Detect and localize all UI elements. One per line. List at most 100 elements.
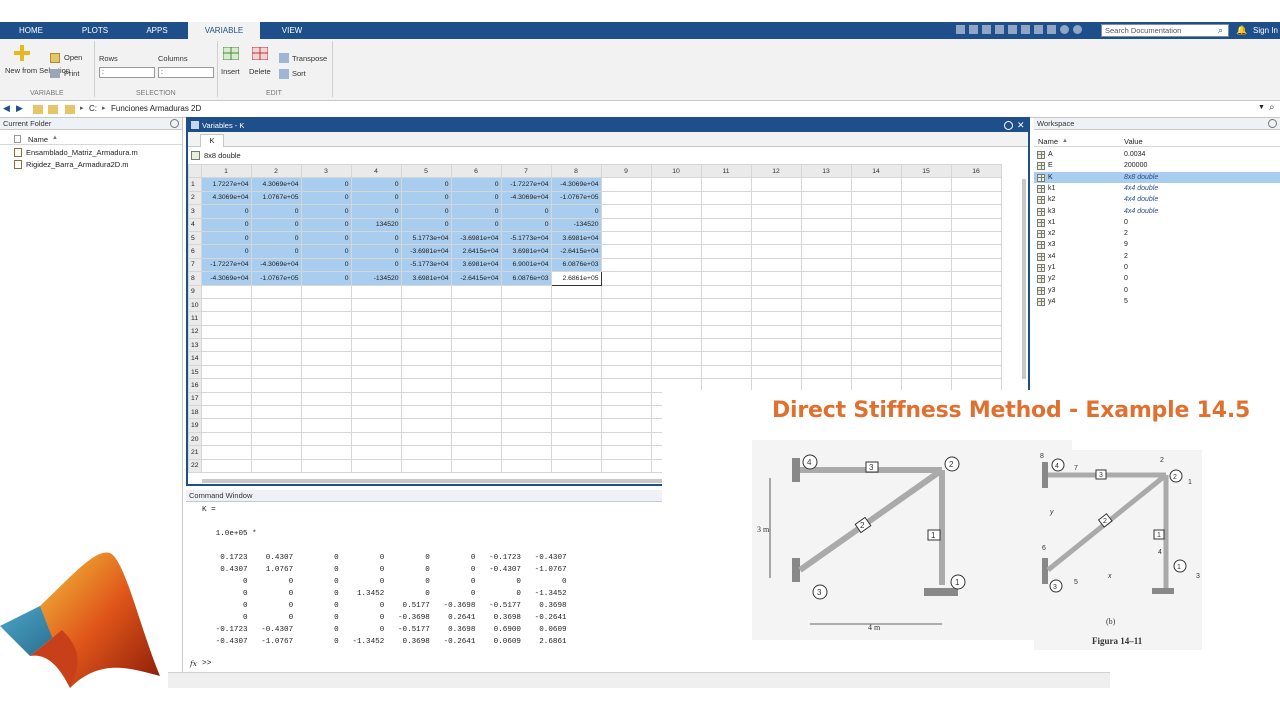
- grid-cell-empty[interactable]: [650, 230, 702, 246]
- grid-cell-empty[interactable]: [350, 324, 402, 340]
- grid-cell-empty[interactable]: [550, 311, 602, 326]
- grid-cell-empty[interactable]: [950, 230, 1002, 246]
- grid-cell-empty[interactable]: [750, 297, 802, 313]
- grid-cell-empty[interactable]: [650, 204, 702, 219]
- grid-cell-empty[interactable]: [350, 284, 402, 299]
- grid-cell[interactable]: 0: [200, 204, 252, 219]
- grid-cell[interactable]: -2.6415e+04: [450, 271, 502, 286]
- grid-cell-empty[interactable]: [500, 338, 552, 353]
- grid-cell-empty[interactable]: [200, 364, 252, 380]
- workspace-name-header[interactable]: Name: [1038, 137, 1058, 146]
- grid-cell[interactable]: -4.3069e+04: [500, 190, 552, 206]
- grid-cell[interactable]: -3.6981e+04: [400, 244, 452, 259]
- workspace-variable-row[interactable]: x3 9: [1034, 239, 1280, 250]
- row-header[interactable]: 20: [188, 431, 202, 447]
- grid-cell-empty[interactable]: [500, 284, 552, 299]
- search-folder-icon[interactable]: ⌕: [1269, 102, 1275, 113]
- grid-cell[interactable]: 4.3069e+04: [200, 190, 252, 206]
- grid-cell[interactable]: 0: [350, 244, 402, 259]
- grid-cell[interactable]: 0: [450, 217, 502, 232]
- grid-cell-empty[interactable]: [800, 338, 852, 353]
- grid-cell-empty[interactable]: [250, 405, 302, 420]
- grid-cell-empty[interactable]: [500, 351, 552, 366]
- row-header[interactable]: 10: [188, 297, 202, 313]
- column-header[interactable]: 3: [300, 163, 352, 179]
- column-header[interactable]: 11: [700, 163, 752, 179]
- grid-cell-empty[interactable]: [350, 445, 402, 460]
- grid-cell-empty[interactable]: [400, 284, 452, 299]
- grid-cell[interactable]: -134520: [350, 271, 402, 286]
- path-dropdown-icon[interactable]: ▼: [1258, 104, 1265, 111]
- grid-cell-empty[interactable]: [600, 217, 652, 232]
- search-icon[interactable]: ⌕: [1218, 26, 1223, 35]
- grid-cell-empty[interactable]: [850, 230, 902, 246]
- grid-cell-empty[interactable]: [250, 458, 302, 473]
- row-header[interactable]: 13: [188, 338, 202, 353]
- paste-icon[interactable]: [995, 25, 1004, 34]
- grid-cell-empty[interactable]: [500, 405, 552, 420]
- grid-cell-empty[interactable]: [900, 257, 952, 273]
- grid-cell-empty[interactable]: [800, 311, 852, 326]
- grid-cell-empty[interactable]: [500, 297, 552, 313]
- grid-cell[interactable]: 0: [300, 177, 352, 192]
- grid-cell-empty[interactable]: [450, 405, 502, 420]
- row-header[interactable]: 6: [188, 244, 202, 259]
- grid-cell[interactable]: 3.6981e+04: [400, 271, 452, 286]
- print-button[interactable]: Print: [64, 69, 79, 78]
- tab-variable-k[interactable]: K: [200, 134, 224, 147]
- grid-cell-empty[interactable]: [650, 257, 702, 273]
- grid-cell[interactable]: 0: [450, 190, 502, 206]
- column-header[interactable]: 16: [950, 163, 1002, 179]
- column-header[interactable]: 9: [600, 163, 652, 179]
- grid-cell-empty[interactable]: [700, 311, 752, 326]
- row-header[interactable]: 5: [188, 230, 202, 246]
- row-header[interactable]: 3: [188, 204, 202, 219]
- cut-icon[interactable]: [969, 25, 978, 34]
- transpose-button[interactable]: Transpose: [292, 54, 327, 63]
- grid-cell-empty[interactable]: [650, 311, 702, 326]
- grid-cell-empty[interactable]: [200, 458, 252, 473]
- grid-cell-empty[interactable]: [450, 311, 502, 326]
- grid-cell-empty[interactable]: [200, 284, 252, 299]
- grid-cell-empty[interactable]: [400, 418, 452, 433]
- grid-cell[interactable]: 0: [400, 204, 452, 219]
- grid-cell-empty[interactable]: [800, 364, 852, 380]
- print-icon[interactable]: [50, 69, 60, 78]
- grid-cell-empty[interactable]: [300, 418, 352, 433]
- grid-cell-empty[interactable]: [450, 445, 502, 460]
- grid-cell[interactable]: 1.7227e+04: [200, 177, 252, 192]
- back-arrow-icon[interactable]: ◀: [3, 103, 10, 114]
- grid-cell-empty[interactable]: [400, 324, 452, 340]
- grid-cell-empty[interactable]: [200, 311, 252, 326]
- grid-cell[interactable]: -1.0767e+05: [250, 271, 302, 286]
- grid-cell[interactable]: 3.6981e+04: [550, 230, 602, 246]
- grid-cell[interactable]: -4.3069e+04: [200, 271, 252, 286]
- row-header[interactable]: 14: [188, 351, 202, 366]
- grid-cell-empty[interactable]: [800, 257, 852, 273]
- grid-cell-empty[interactable]: [950, 297, 1002, 313]
- workspace-variable-row[interactable]: x4 2: [1034, 251, 1280, 262]
- grid-cell-empty[interactable]: [300, 338, 352, 353]
- grid-cell-empty[interactable]: [650, 324, 702, 340]
- command-prompt[interactable]: >>: [202, 659, 212, 668]
- grid-cell-empty[interactable]: [600, 378, 652, 393]
- grid-cell-empty[interactable]: [400, 405, 452, 420]
- grid-cell-empty[interactable]: [500, 418, 552, 433]
- grid-cell-empty[interactable]: [400, 364, 452, 380]
- search-documentation-input[interactable]: Search Documentation: [1101, 24, 1229, 37]
- command-window[interactable]: Command Window K = 1.0e+05 * 0.1723 0.43…: [186, 490, 662, 676]
- grid-cell-empty[interactable]: [550, 338, 602, 353]
- grid-cell-empty[interactable]: [200, 418, 252, 433]
- grid-cell-empty[interactable]: [350, 405, 402, 420]
- grid-cell-empty[interactable]: [700, 271, 752, 286]
- grid-cell-empty[interactable]: [450, 458, 502, 473]
- grid-cell-empty[interactable]: [950, 244, 1002, 259]
- grid-cell-empty[interactable]: [650, 297, 702, 313]
- workspace-variable-row[interactable]: A 0.0034: [1034, 149, 1280, 160]
- grid-cell-empty[interactable]: [700, 230, 752, 246]
- grid-cell[interactable]: 0: [400, 217, 452, 232]
- grid-cell-empty[interactable]: [200, 351, 252, 366]
- grid-cell[interactable]: 0: [200, 217, 252, 232]
- grid-cell[interactable]: -5.1773e+04: [400, 257, 452, 273]
- grid-cell-empty[interactable]: [300, 351, 352, 366]
